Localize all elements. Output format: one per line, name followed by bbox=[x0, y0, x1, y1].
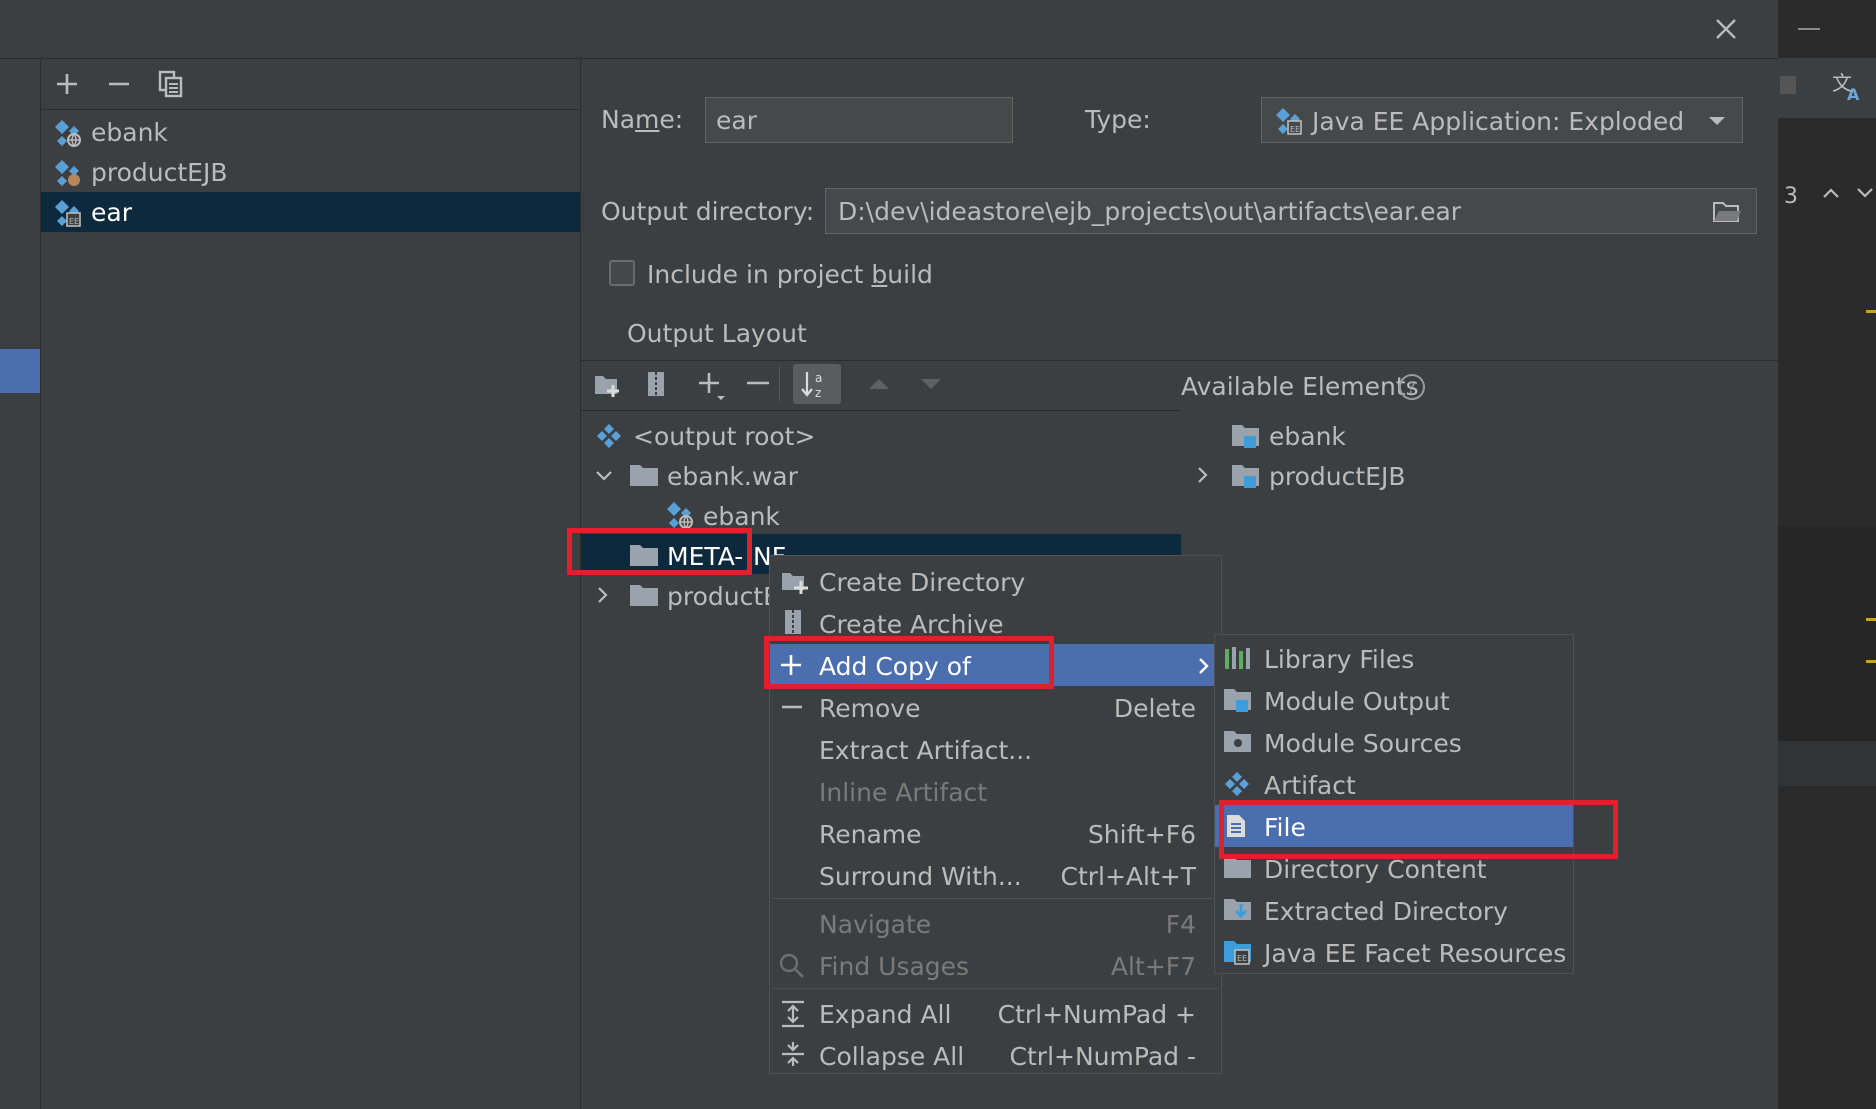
chevron-right-icon[interactable] bbox=[1197, 466, 1209, 484]
highlight-box-meta-inf bbox=[567, 528, 752, 575]
background-editor-pane: 文A 3 bbox=[1778, 0, 1876, 1109]
svg-text:A: A bbox=[1847, 85, 1860, 102]
artifact-item-selected[interactable]: EE ear bbox=[41, 192, 580, 232]
settings-sidebar bbox=[0, 59, 41, 1109]
menu-item-inline-artifact[interactable]: Inline Artifact bbox=[770, 770, 1221, 812]
create-directory-icon[interactable] bbox=[593, 370, 623, 398]
move-up-icon[interactable] bbox=[867, 377, 891, 391]
artifact-icon bbox=[1223, 770, 1251, 798]
svg-text:EE: EE bbox=[1237, 954, 1247, 963]
menu-item-rename[interactable]: Rename Shift+F6 bbox=[770, 812, 1221, 854]
remove-icon[interactable] bbox=[747, 381, 769, 385]
remove-icon[interactable] bbox=[107, 72, 131, 96]
available-elements-title: Available Elements bbox=[1181, 372, 1419, 401]
submenu-item-artifact[interactable]: Artifact bbox=[1215, 763, 1573, 805]
available-item[interactable]: ebank bbox=[1181, 416, 1761, 454]
context-menu: Create Directory Create Archive Add Copy… bbox=[769, 555, 1222, 1074]
menu-item-remove[interactable]: Remove Delete bbox=[770, 686, 1221, 728]
ear-artifact-icon: EE bbox=[1274, 106, 1304, 136]
create-directory-icon bbox=[780, 568, 810, 596]
name-label: Name: bbox=[601, 105, 684, 134]
svg-text:EE: EE bbox=[1290, 125, 1300, 134]
ear-artifact-icon: EE bbox=[53, 198, 83, 228]
remove-icon bbox=[782, 705, 802, 709]
folder-icon bbox=[629, 582, 659, 608]
artifact-list-toolbar bbox=[41, 59, 580, 110]
submenu-item-extracted-directory[interactable]: Extracted Directory bbox=[1215, 889, 1573, 931]
chevron-down-icon bbox=[1708, 116, 1726, 126]
chevron-right-icon[interactable] bbox=[597, 586, 609, 604]
artifact-item[interactable]: productEJB bbox=[41, 152, 580, 192]
artifact-item[interactable]: ebank bbox=[41, 112, 580, 152]
page-count: 3 bbox=[1784, 184, 1798, 209]
chevron-down-icon[interactable] bbox=[1856, 186, 1874, 200]
stop-icon bbox=[1780, 76, 1796, 94]
help-icon[interactable]: ? bbox=[1397, 372, 1427, 402]
include-in-build-checkbox[interactable] bbox=[609, 260, 635, 286]
menu-item-find-usages[interactable]: Find Usages Alt+F7 bbox=[770, 944, 1221, 986]
chevron-down-icon[interactable] bbox=[595, 470, 613, 482]
tree-node-ebank-war[interactable]: ebank.war bbox=[581, 456, 1181, 494]
name-input[interactable]: ear bbox=[705, 97, 1013, 143]
translate-icon[interactable]: 文A bbox=[1832, 70, 1864, 102]
include-in-build-label: Include in project build bbox=[647, 260, 933, 289]
create-archive-icon bbox=[782, 608, 806, 636]
highlight-box-add-copy-of bbox=[764, 636, 1054, 689]
sort-alphabetically-icon[interactable]: az bbox=[793, 364, 841, 404]
facet-resources-icon: EE bbox=[1223, 938, 1253, 966]
available-item[interactable]: productEJB bbox=[1181, 456, 1761, 494]
create-archive-icon[interactable] bbox=[645, 370, 669, 398]
ejb-artifact-icon bbox=[53, 158, 83, 188]
highlight-box-file bbox=[1219, 800, 1618, 859]
menu-item-navigate[interactable]: Navigate F4 bbox=[770, 902, 1221, 944]
library-icon bbox=[1223, 645, 1253, 671]
tree-node-output-root[interactable]: <output root> bbox=[581, 416, 1181, 454]
collapse-all-icon bbox=[780, 1040, 806, 1068]
folder-icon bbox=[629, 462, 659, 488]
close-icon[interactable] bbox=[1714, 17, 1738, 41]
type-label: Type: bbox=[1085, 105, 1151, 134]
menu-item-extract-artifact[interactable]: Extract Artifact... bbox=[770, 728, 1221, 770]
chevron-up-icon[interactable] bbox=[1822, 186, 1840, 200]
copy-icon[interactable] bbox=[158, 70, 184, 98]
module-output-icon bbox=[1223, 686, 1253, 714]
svg-text:z: z bbox=[815, 386, 821, 400]
menu-separator bbox=[772, 898, 1219, 899]
svg-text:a: a bbox=[815, 371, 822, 385]
minimize-icon[interactable] bbox=[1798, 28, 1820, 30]
web-artifact-icon bbox=[665, 500, 695, 530]
module-folder-icon bbox=[1231, 422, 1261, 450]
submenu-item-module-sources[interactable]: Module Sources bbox=[1215, 721, 1573, 763]
search-icon bbox=[778, 952, 806, 980]
svg-text:EE: EE bbox=[69, 217, 79, 226]
output-directory-input[interactable]: D:\dev\ideastore\ejb_projects\out\artifa… bbox=[825, 188, 1757, 234]
type-select[interactable]: EE Java EE Application: Exploded bbox=[1261, 97, 1743, 143]
move-down-icon[interactable] bbox=[919, 377, 943, 391]
submenu-item-java-ee-facet-resources[interactable]: EE Java EE Facet Resources bbox=[1215, 931, 1573, 973]
browse-folder-icon[interactable] bbox=[1712, 199, 1742, 225]
menu-separator bbox=[772, 988, 1219, 989]
artifact-list-panel: ebank productEJB EE ear bbox=[41, 59, 581, 1109]
menu-item-collapse-all[interactable]: Collapse All Ctrl+NumPad - bbox=[770, 1034, 1221, 1074]
submenu-item-library-files[interactable]: Library Files bbox=[1215, 637, 1573, 679]
submenu-item-module-output[interactable]: Module Output bbox=[1215, 679, 1573, 721]
dialog-title-bar bbox=[0, 0, 1778, 59]
artifact-icon bbox=[595, 422, 623, 450]
sidebar-selected-item[interactable] bbox=[0, 349, 40, 393]
submenu-arrow-icon bbox=[1198, 657, 1210, 675]
tab-output-layout[interactable]: Output Layout bbox=[627, 321, 807, 346]
expand-all-icon bbox=[780, 1000, 806, 1028]
module-sources-icon bbox=[1223, 728, 1253, 756]
extracted-directory-icon bbox=[1223, 896, 1253, 924]
svg-text:?: ? bbox=[1407, 378, 1416, 397]
menu-item-expand-all[interactable]: Expand All Ctrl+NumPad + bbox=[770, 992, 1221, 1034]
web-artifact-icon bbox=[53, 118, 83, 148]
menu-item-create-directory[interactable]: Create Directory bbox=[770, 560, 1221, 602]
add-copy-dropdown-icon[interactable] bbox=[697, 371, 727, 401]
output-directory-label: Output directory: bbox=[601, 197, 815, 226]
add-icon[interactable] bbox=[55, 72, 79, 96]
module-folder-icon bbox=[1231, 462, 1261, 490]
menu-item-surround-with[interactable]: Surround With... Ctrl+Alt+T bbox=[770, 854, 1221, 896]
